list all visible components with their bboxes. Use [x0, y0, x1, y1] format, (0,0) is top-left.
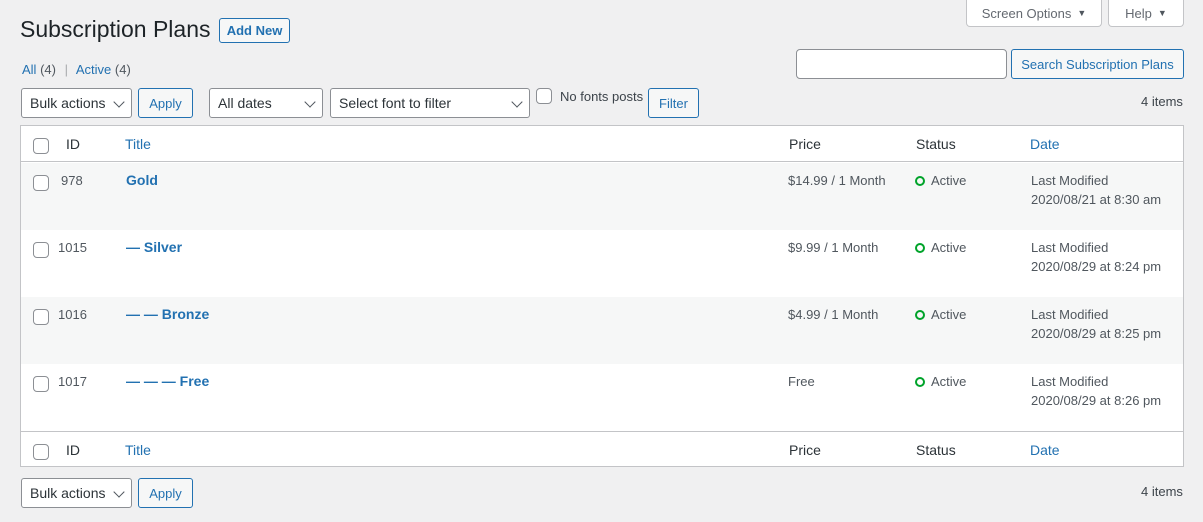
row-date: Last Modified 2020/08/21 at 8:30 am: [1031, 171, 1161, 209]
chevron-down-icon: [511, 96, 523, 108]
font-filter-value: Select font to filter: [339, 95, 452, 111]
row-id: 978: [61, 173, 83, 188]
row-status: Active: [915, 173, 966, 188]
column-price: Price: [789, 136, 821, 152]
row-status-text: Active: [931, 173, 967, 188]
row-status-text: Active: [931, 307, 967, 322]
column-date-sort[interactable]: Date: [1030, 136, 1060, 152]
table-header: ID Title Price Status Date: [21, 126, 1183, 162]
column-date-sort[interactable]: Date: [1030, 442, 1060, 458]
search-input[interactable]: [796, 49, 1007, 79]
row-price: $14.99 / 1 Month: [788, 173, 886, 188]
table-row: 1017 — — — Free Free Active Last Modifie…: [21, 364, 1183, 431]
select-all-checkbox-footer[interactable]: [33, 444, 49, 460]
row-status-text: Active: [931, 240, 967, 255]
row-id: 1016: [58, 307, 87, 322]
table-row: 978 Gold $14.99 / 1 Month Active Last Mo…: [21, 163, 1183, 230]
active-status-icon: [915, 243, 925, 253]
row-date: Last Modified 2020/08/29 at 8:24 pm: [1031, 238, 1161, 276]
view-all-link[interactable]: All: [22, 62, 36, 77]
row-id: 1017: [58, 374, 87, 389]
items-count: 4 items: [1141, 94, 1183, 109]
row-status: Active: [915, 307, 966, 322]
table-footer: ID Title Price Status Date: [21, 431, 1183, 467]
row-date-label: Last Modified: [1031, 307, 1109, 322]
font-filter-select[interactable]: Select font to filter: [330, 88, 530, 118]
row-title-link[interactable]: — — Bronze: [126, 306, 209, 322]
help-label: Help: [1125, 5, 1152, 21]
dates-select[interactable]: All dates: [209, 88, 323, 118]
caret-down-icon: ▼: [1077, 8, 1087, 18]
active-status-icon: [915, 176, 925, 186]
row-title-link[interactable]: Gold: [126, 172, 158, 188]
row-price: Free: [788, 374, 815, 389]
row-price: $4.99 / 1 Month: [788, 307, 879, 322]
page-title: Subscription Plans: [20, 16, 211, 42]
active-status-icon: [915, 310, 925, 320]
screen-options-label: Screen Options: [981, 5, 1072, 21]
column-id: ID: [66, 136, 80, 152]
row-date-value: 2020/08/29 at 8:26 pm: [1031, 393, 1162, 408]
bulk-actions-value: Bulk actions: [30, 485, 106, 501]
row-title-link[interactable]: — Silver: [126, 239, 182, 255]
row-status-text: Active: [931, 374, 967, 389]
row-date-label: Last Modified: [1031, 374, 1109, 389]
row-checkbox[interactable]: [33, 242, 49, 258]
plans-table: ID Title Price Status Date 978 Gold $14.…: [20, 125, 1184, 467]
screen-options-tab[interactable]: Screen Options ▼: [966, 0, 1102, 27]
bulk-actions-value: Bulk actions: [30, 95, 106, 111]
bulk-actions-select[interactable]: Bulk actions: [21, 88, 132, 118]
caret-down-icon: ▼: [1157, 8, 1167, 18]
view-separator: |: [64, 62, 68, 77]
row-date: Last Modified 2020/08/29 at 8:25 pm: [1031, 305, 1161, 343]
no-fonts-checkbox[interactable]: [536, 88, 552, 104]
view-all-count: (4): [40, 62, 56, 77]
chevron-down-icon: [113, 486, 125, 498]
search-button[interactable]: Search Subscription Plans: [1011, 49, 1184, 79]
filter-button[interactable]: Filter: [648, 88, 699, 118]
apply-button-bottom[interactable]: Apply: [138, 478, 193, 508]
row-checkbox[interactable]: [33, 309, 49, 325]
active-status-icon: [915, 377, 925, 387]
column-id: ID: [66, 442, 80, 458]
column-price: Price: [789, 442, 821, 458]
row-checkbox[interactable]: [33, 376, 49, 392]
items-count-bottom: 4 items: [1141, 484, 1183, 499]
row-date-label: Last Modified: [1031, 173, 1109, 188]
apply-button[interactable]: Apply: [138, 88, 193, 118]
column-title-sort[interactable]: Title: [125, 442, 151, 458]
select-all-checkbox[interactable]: [33, 138, 49, 154]
no-fonts-label: No fonts posts: [560, 88, 644, 104]
column-status: Status: [916, 442, 956, 458]
row-date: Last Modified 2020/08/29 at 8:26 pm: [1031, 372, 1161, 410]
chevron-down-icon: [113, 96, 125, 108]
help-tab[interactable]: Help ▼: [1108, 0, 1184, 27]
row-date-label: Last Modified: [1031, 240, 1109, 255]
view-active-count: (4): [114, 62, 131, 77]
table-row: 1016 — — Bronze $4.99 / 1 Month Active L…: [21, 297, 1183, 364]
row-status: Active: [915, 374, 966, 389]
row-date-value: 2020/08/21 at 8:30 am: [1031, 192, 1162, 207]
row-date-value: 2020/08/29 at 8:24 pm: [1031, 259, 1162, 274]
bulk-actions-select-bottom[interactable]: Bulk actions: [21, 478, 132, 508]
column-status: Status: [916, 136, 956, 152]
view-active-link[interactable]: Active: [76, 62, 111, 77]
row-id: 1015: [58, 240, 87, 255]
chevron-down-icon: [304, 96, 316, 108]
row-title-link[interactable]: — — — Free: [126, 373, 209, 389]
view-filters: All (4) | Active (4): [22, 62, 131, 77]
row-status: Active: [915, 240, 966, 255]
row-checkbox[interactable]: [33, 175, 49, 191]
row-price: $9.99 / 1 Month: [788, 240, 879, 255]
add-new-button[interactable]: Add New: [219, 18, 290, 43]
row-date-value: 2020/08/29 at 8:25 pm: [1031, 326, 1162, 341]
no-fonts-toggle: No fonts posts: [536, 88, 643, 104]
column-title-sort[interactable]: Title: [125, 136, 151, 152]
table-row: 1015 — Silver $9.99 / 1 Month Active Las…: [21, 230, 1183, 297]
dates-value: All dates: [218, 95, 272, 111]
